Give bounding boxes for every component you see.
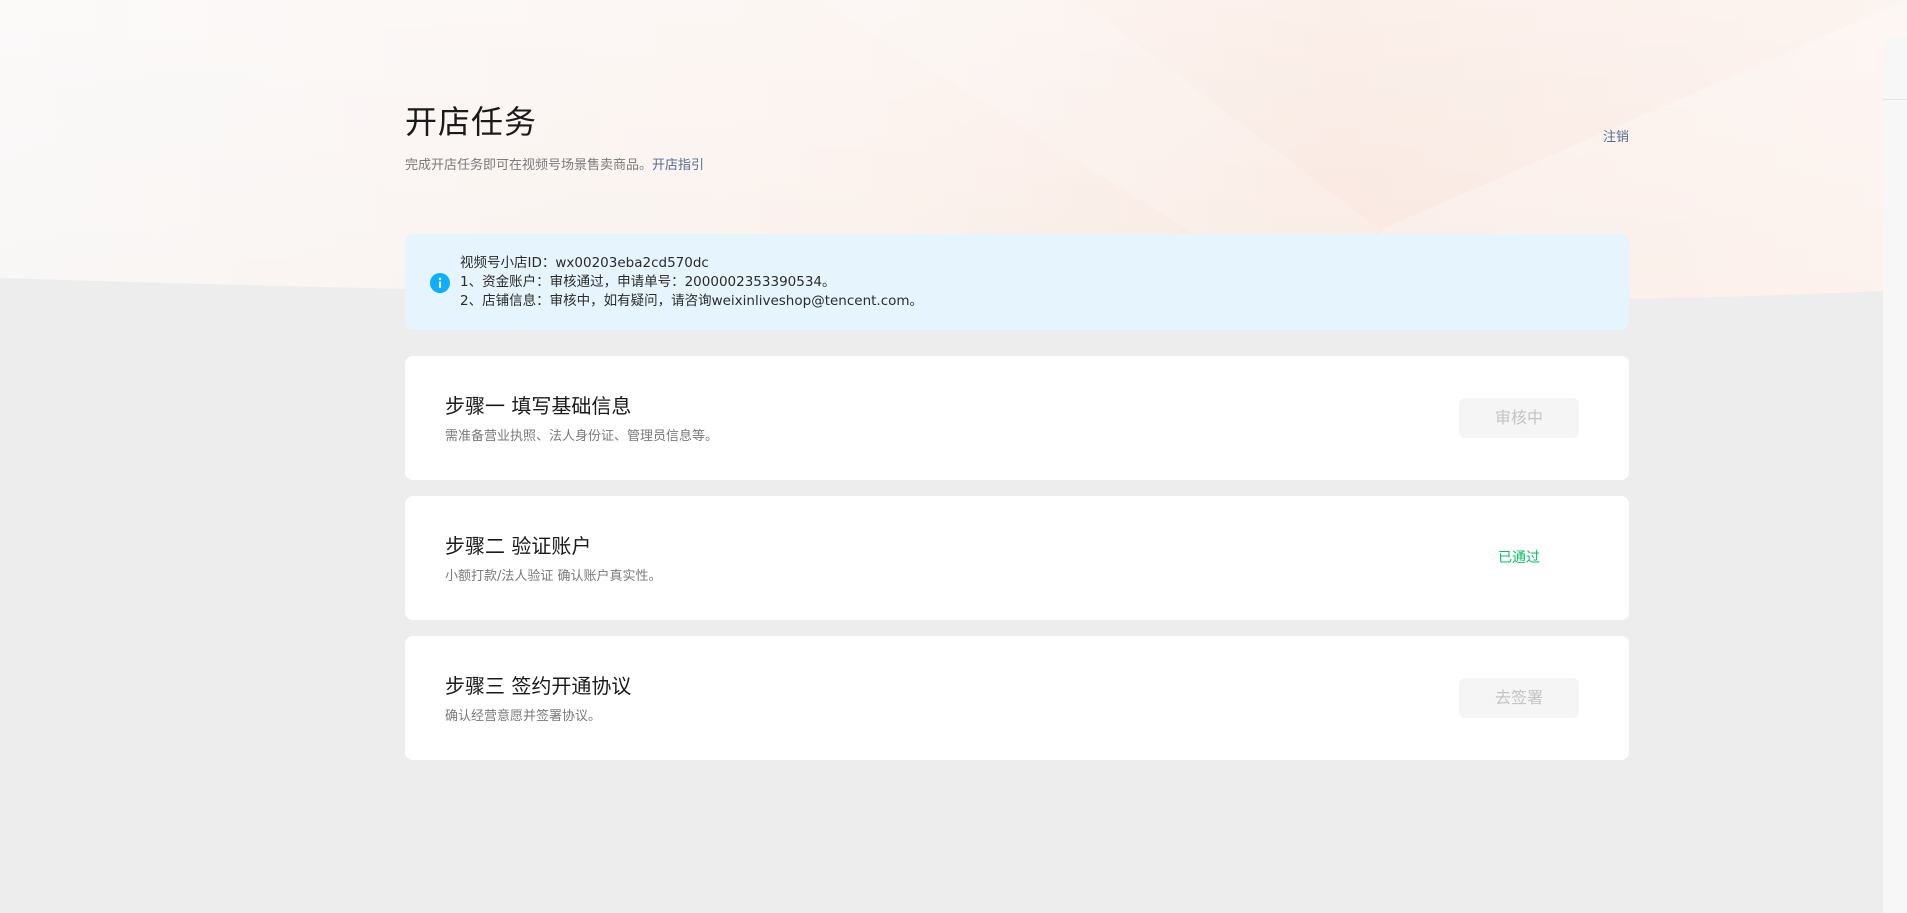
page-title: 开店任务 [405,103,538,141]
open-store-guide-link[interactable]: 开店指引 [652,158,704,173]
under-review-button[interactable]: 审核中 [1459,398,1579,438]
notice-store-id: 视频号小店ID：wx00203eba2cd570dc [460,255,709,271]
step-description: 小额打款/法人验证 确认账户真实性。 [445,569,662,584]
page: 开店任务 完成开店任务即可在视频号场景售卖商品。开店指引 注销 视频号小店ID：… [0,0,1907,913]
side-drawer-divider [1883,99,1907,100]
step-description: 确认经营意愿并签署协议。 [445,709,602,724]
logout-link[interactable]: 注销 [1603,128,1629,148]
step-title: 步骤二 验证账户 [445,534,592,558]
step-title: 步骤三 签约开通协议 [445,674,632,698]
step-card-verify-account: 步骤二 验证账户 小额打款/法人验证 确认账户真实性。 已通过 [405,496,1629,620]
notice-text: 视频号小店ID：wx00203eba2cd570dc 1、资金账户：审核通过，申… [460,254,923,311]
side-drawer-edge [1883,37,1907,913]
notice-banner: 视频号小店ID：wx00203eba2cd570dc 1、资金账户：审核通过，申… [405,234,1629,330]
notice-store-info: 2、店铺信息：审核中，如有疑问，请咨询weixinliveshop@tencen… [460,293,924,309]
passed-status: 已通过 [1498,550,1540,566]
sign-agreement-button[interactable]: 去签署 [1459,678,1579,718]
step-title: 步骤一 填写基础信息 [445,394,632,418]
page-description: 完成开店任务即可在视频号场景售卖商品。开店指引 [405,156,704,176]
step-card-sign-agreement: 步骤三 签约开通协议 确认经营意愿并签署协议。 去签署 [405,636,1629,760]
notice-fund-account: 1、资金账户：审核通过，申请单号：2000002353390534。 [460,274,836,290]
step-description: 需准备营业执照、法人身份证、管理员信息等。 [445,429,719,444]
page-description-text: 完成开店任务即可在视频号场景售卖商品。 [405,158,653,173]
step-card-basic-info: 步骤一 填写基础信息 需准备营业执照、法人身份证、管理员信息等。 审核中 [405,356,1629,480]
info-icon [430,273,450,293]
